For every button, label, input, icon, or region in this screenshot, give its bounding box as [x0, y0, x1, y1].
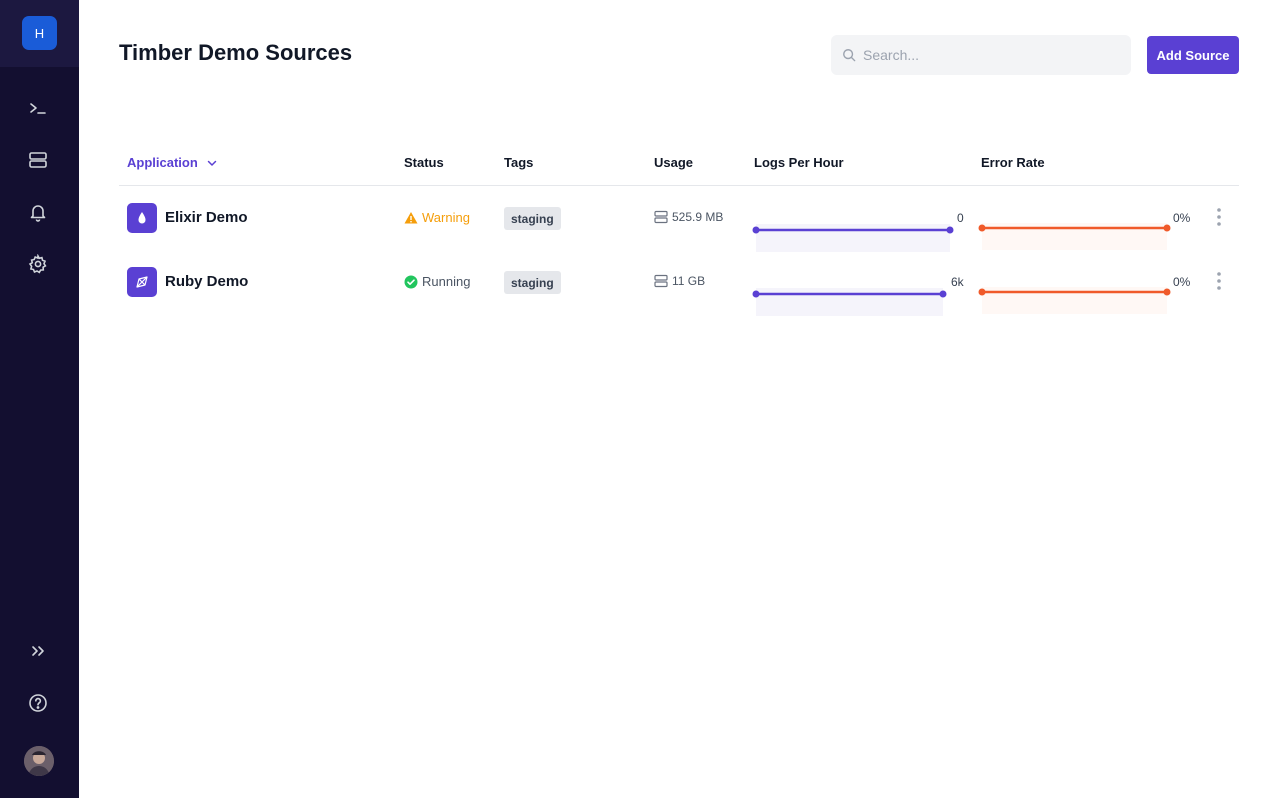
- column-header-tags: Tags: [504, 155, 534, 170]
- sidebar: H: [0, 0, 79, 798]
- ruby-gem-icon: [127, 267, 157, 297]
- usage-value: 525.9 MB: [654, 210, 723, 224]
- column-header-logs-per-hour: Logs Per Hour: [754, 155, 844, 170]
- logs-per-hour-value: 0: [957, 211, 964, 225]
- app-name-link[interactable]: Elixir Demo: [165, 209, 248, 226]
- usage-label: 525.9 MB: [672, 210, 724, 224]
- column-header-application[interactable]: Application: [127, 155, 218, 170]
- logs-per-hour-value: 6k: [951, 275, 964, 289]
- error-rate-sparkline: [978, 287, 1171, 314]
- terminal-icon[interactable]: [27, 97, 49, 119]
- org-switcher-button[interactable]: H: [22, 16, 57, 50]
- usage-value: 11 GB: [654, 274, 705, 288]
- tag-badge[interactable]: staging: [504, 271, 561, 294]
- error-rate-value: 0%: [1173, 275, 1191, 289]
- warning-icon: [404, 211, 418, 223]
- tag-badge[interactable]: staging: [504, 207, 561, 230]
- page-title: Timber Demo Sources: [119, 40, 353, 65]
- app-name-link[interactable]: Ruby Demo: [165, 273, 248, 290]
- search-input[interactable]: [863, 47, 1113, 63]
- database-icon: [654, 210, 668, 224]
- more-options-icon[interactable]: [1214, 207, 1224, 227]
- logs-sparkline: [752, 288, 947, 316]
- help-icon[interactable]: [27, 692, 49, 714]
- column-header-usage: Usage: [654, 155, 694, 170]
- user-avatar[interactable]: [24, 746, 54, 776]
- status-label: Warning: [422, 210, 470, 225]
- chevron-down-icon: [207, 160, 217, 166]
- error-rate-sparkline: [978, 223, 1171, 250]
- search-box[interactable]: [831, 35, 1131, 75]
- usage-label: 11 GB: [672, 274, 706, 288]
- elixir-drop-icon: [127, 203, 157, 233]
- column-header-error-rate: Error Rate: [981, 155, 1045, 170]
- status-label: Running: [422, 274, 471, 289]
- column-header-application-label: Application: [127, 155, 198, 170]
- database-icon: [654, 274, 668, 288]
- error-rate-value: 0%: [1173, 211, 1191, 225]
- check-circle-icon: [404, 275, 418, 288]
- chevrons-right-icon[interactable]: [27, 640, 49, 662]
- status-indicator: Running: [404, 274, 470, 289]
- table-row[interactable]: Elixir Demo Warning staging 525.9 MB 0 0…: [0, 186, 1278, 252]
- column-header-status: Status: [404, 155, 444, 170]
- table-row[interactable]: Ruby Demo Running staging 11 GB 6k 0%: [0, 250, 1278, 316]
- add-source-button[interactable]: Add Source: [1147, 36, 1239, 74]
- status-indicator: Warning: [404, 210, 470, 225]
- more-options-icon[interactable]: [1214, 271, 1224, 291]
- server-icon[interactable]: [27, 149, 49, 171]
- sidebar-header: H: [0, 0, 79, 67]
- search-icon: [843, 49, 856, 62]
